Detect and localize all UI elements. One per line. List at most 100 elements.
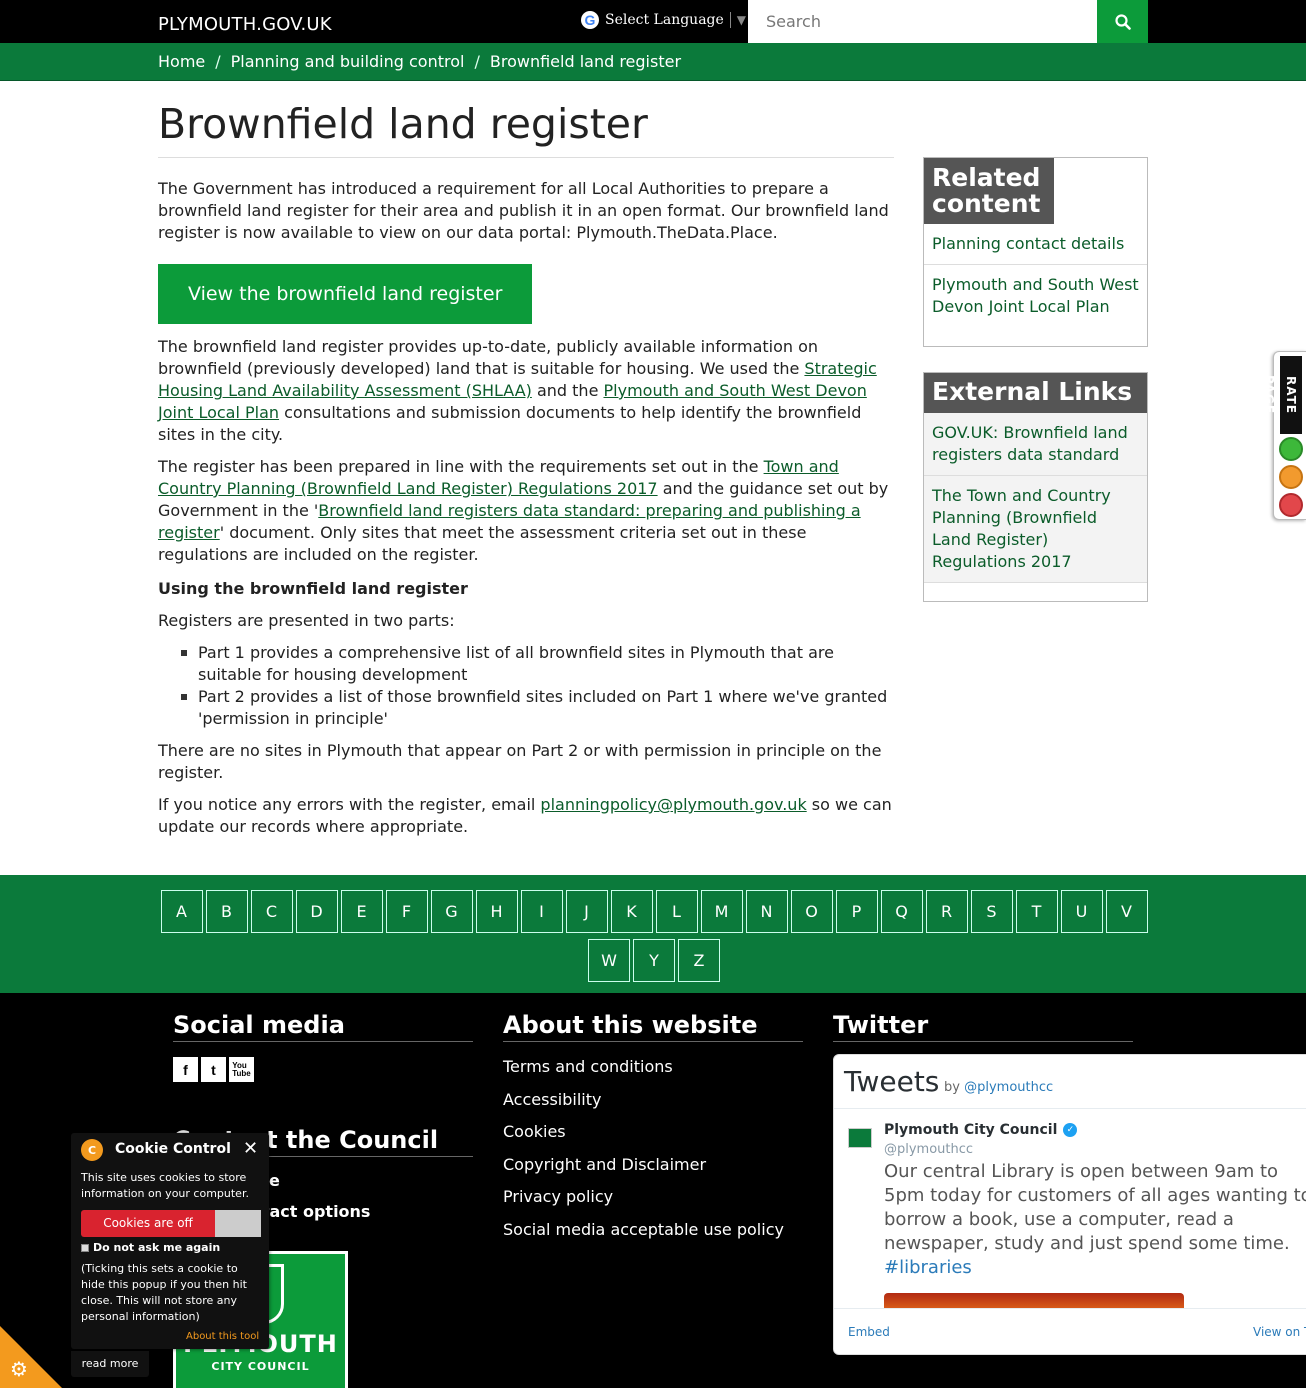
regulations-paragraph: The register has been prepared in line w…: [158, 456, 894, 566]
a-z-letter-y[interactable]: Y: [633, 939, 675, 982]
a-z-letter-c[interactable]: C: [250, 890, 293, 933]
footer-link-copyright[interactable]: Copyright and Disclaimer: [503, 1154, 803, 1176]
language-label: Select Language: [605, 12, 724, 28]
parts-list: Part 1 provides a comprehensive list of …: [181, 642, 894, 730]
sad-face-icon[interactable]: [1279, 493, 1303, 517]
external-link-data-standard[interactable]: GOV.UK: Brownfield land registers data s…: [924, 413, 1147, 476]
a-z-letter-r[interactable]: R: [925, 890, 968, 933]
a-z-letter-t[interactable]: T: [1015, 890, 1058, 933]
footer-link-privacy[interactable]: Privacy policy: [503, 1186, 803, 1208]
happy-face-icon[interactable]: [1279, 437, 1303, 461]
title-divider: [158, 157, 894, 158]
tweet-body: Our central Library is open between 9am …: [884, 1161, 1306, 1254]
a-z-letter-z[interactable]: Z: [678, 939, 720, 982]
cookie-control-title: Cookie Control: [115, 1141, 231, 1157]
a-z-letter-f[interactable]: F: [385, 890, 428, 933]
footer-link-social-policy[interactable]: Social media acceptable use policy: [503, 1219, 803, 1241]
close-icon[interactable]: ✕: [243, 1138, 258, 1159]
a-z-letter-l[interactable]: L: [655, 890, 698, 933]
cookies-toggle-label: Cookies are off: [81, 1210, 215, 1237]
checkbox-box[interactable]: [81, 1243, 89, 1252]
logo-subtitle: CITY COUNCIL: [211, 1360, 310, 1373]
checkbox-label: Do not ask me again: [93, 1241, 221, 1254]
a-z-letter-u[interactable]: U: [1060, 890, 1103, 933]
tweet-author[interactable]: Plymouth City Council ✓: [884, 1122, 1078, 1138]
a-z-letter-e[interactable]: E: [340, 890, 383, 933]
facebook-icon[interactable]: f: [173, 1057, 198, 1082]
a-z-letter-h[interactable]: H: [475, 890, 518, 933]
about-this-tool-link[interactable]: About this tool: [186, 1331, 259, 1342]
do-not-ask-checkbox[interactable]: Do not ask me again: [81, 1241, 220, 1254]
related-content-panel: Related content Planning contact details…: [923, 157, 1148, 347]
breadcrumb-planning[interactable]: Planning and building control: [231, 52, 465, 71]
rate-page-tab[interactable]: RATE PAGE: [1262, 351, 1306, 520]
footer-link-accessibility[interactable]: Accessibility: [503, 1089, 803, 1111]
a-z-letter-g[interactable]: G: [430, 890, 473, 933]
external-link-regulations[interactable]: The Town and Country Planning (Brownfiel…: [924, 476, 1147, 583]
cookie-description: This site uses cookies to store informat…: [81, 1171, 249, 1200]
view-register-button[interactable]: View the brownfield land register: [158, 264, 533, 324]
a-z-letter-m[interactable]: M: [700, 890, 743, 933]
text-span: ' document. Only sites that meet the ass…: [158, 523, 807, 564]
tweets-handle-link[interactable]: @plymouthcc: [964, 1080, 1053, 1095]
dropdown-arrow-icon: ▼: [736, 13, 747, 27]
page-title: Brownfield land register: [158, 100, 648, 148]
hashtag-link[interactable]: #libraries: [884, 1257, 972, 1278]
tweets-by: by @plymouthcc: [944, 1080, 1053, 1095]
a-z-letter-i[interactable]: I: [520, 890, 563, 933]
text-span: If you notice any errors with the regist…: [158, 795, 541, 814]
footer-link-terms[interactable]: Terms and conditions: [503, 1056, 803, 1078]
footer-link-cookies[interactable]: Cookies: [503, 1121, 803, 1143]
a-z-letter-a[interactable]: A: [160, 890, 203, 933]
gear-icon[interactable]: ⚙: [8, 1358, 30, 1380]
text-span: and the: [531, 381, 604, 400]
a-z-letter-d[interactable]: D: [295, 890, 338, 933]
main-content: The Government has introduced a requirem…: [158, 178, 894, 848]
a-z-letter-j[interactable]: J: [565, 890, 608, 933]
cookie-note: (Ticking this sets a cookie to hide this…: [81, 1262, 247, 1323]
a-z-letter-s[interactable]: S: [970, 890, 1013, 933]
read-more-link[interactable]: read more: [71, 1351, 149, 1377]
author-name: Plymouth City Council: [884, 1122, 1058, 1138]
a-z-letter-k[interactable]: K: [610, 890, 653, 933]
google-icon: G: [581, 11, 599, 29]
neutral-face-icon[interactable]: [1279, 465, 1303, 489]
breadcrumb-bar: Home / Planning and building control / B…: [0, 43, 1306, 81]
social-media-title: Social media: [173, 1011, 473, 1042]
a-z-letter-p[interactable]: P: [835, 890, 878, 933]
top-header: PLYMOUTH.GOV.UK G Select Language ▼: [0, 0, 1306, 43]
breadcrumb-home[interactable]: Home: [158, 52, 205, 71]
language-selector[interactable]: G Select Language ▼: [581, 9, 746, 31]
a-z-letter-q[interactable]: Q: [880, 890, 923, 933]
view-on-twitter-link[interactable]: View on Twitter: [1253, 1325, 1306, 1339]
a-z-letter-n[interactable]: N: [745, 890, 788, 933]
search-input[interactable]: [748, 0, 1097, 43]
a-z-letter-b[interactable]: B: [205, 890, 248, 933]
cookie-control-popup: C Cookie Control ✕ This site uses cookie…: [71, 1133, 269, 1349]
related-link-joint-local-plan[interactable]: Plymouth and South West Devon Joint Loca…: [924, 265, 1147, 327]
related-link-planning-contact[interactable]: Planning contact details: [924, 224, 1147, 265]
twitter-icon[interactable]: t: [201, 1057, 226, 1082]
a-z-letter-v[interactable]: V: [1105, 890, 1148, 933]
breadcrumb-current[interactable]: Brownfield land register: [490, 52, 681, 71]
verified-icon: ✓: [1063, 1123, 1078, 1137]
avatar[interactable]: [848, 1128, 872, 1148]
toggle-knob[interactable]: [215, 1210, 261, 1237]
a-z-letter-w[interactable]: W: [588, 939, 630, 982]
a-z-letter-o[interactable]: O: [790, 890, 833, 933]
site-name-link[interactable]: PLYMOUTH.GOV.UK: [158, 14, 332, 35]
using-register-heading: Using the brownfield land register: [158, 579, 468, 598]
about-column: About this website Terms and conditions …: [503, 1011, 803, 1251]
errors-paragraph: If you notice any errors with the regist…: [158, 794, 894, 838]
embed-link[interactable]: Embed: [848, 1325, 890, 1339]
no-sites-paragraph: There are no sites in Plymouth that appe…: [158, 741, 882, 782]
cookies-toggle[interactable]: Cookies are off: [81, 1210, 261, 1237]
language-divider: [729, 12, 731, 28]
tweet-handle[interactable]: @plymouthcc: [884, 1142, 973, 1157]
search-button[interactable]: [1097, 0, 1148, 43]
email-link[interactable]: planningpolicy@plymouth.gov.uk: [540, 795, 806, 814]
twitter-footer: Embed View on Twitter: [834, 1308, 1306, 1354]
a-z-letters: ABCDEFGHIJKLMNOPQRSTUV WYZ: [159, 890, 1149, 982]
a-z-bar: ABCDEFGHIJKLMNOPQRSTUV WYZ: [0, 875, 1306, 993]
youtube-icon[interactable]: You Tube: [229, 1057, 254, 1082]
